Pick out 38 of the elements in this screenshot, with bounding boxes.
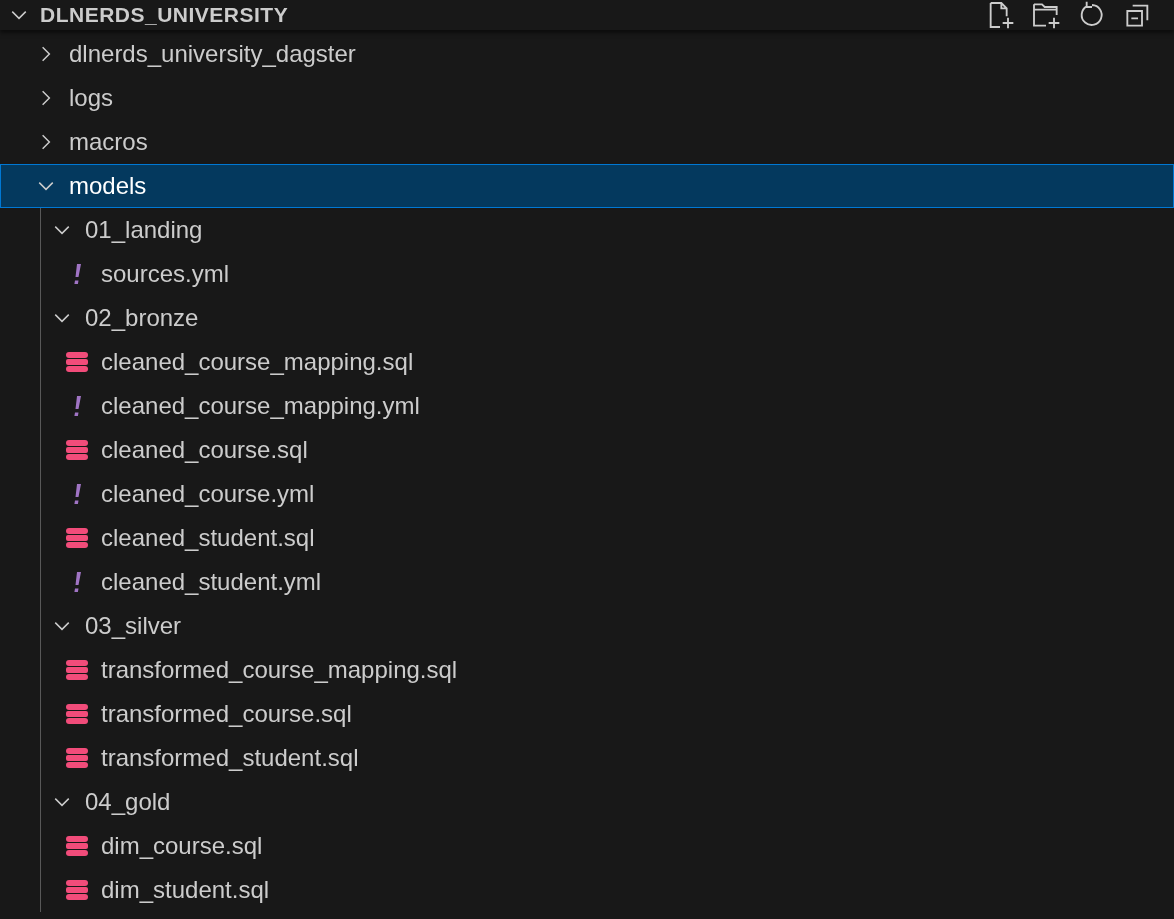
tree-item-label: cleaned_student.sql <box>101 524 315 552</box>
tree-item-label: 03_silver <box>85 612 182 640</box>
tree-item[interactable]: dlnerds_university_dagster <box>0 32 1174 76</box>
tree-item-label: dim_student.sql <box>101 876 270 904</box>
exclamation-icon <box>72 394 82 418</box>
tree-item-label: transformed_course.sql <box>101 700 352 728</box>
tree-item-label: transformed_course_mapping.sql <box>101 656 458 684</box>
database-icon <box>66 880 88 900</box>
exclamation-icon <box>72 262 82 286</box>
explorer-title: DLNERDS_UNIVERSITY <box>40 3 289 27</box>
tree-item-label: logs <box>69 84 114 112</box>
tree-item-label: cleaned_course.yml <box>101 480 315 508</box>
database-icon <box>66 836 88 856</box>
tree-item-label: cleaned_course_mapping.sql <box>101 348 414 376</box>
tree-item[interactable]: logs <box>0 76 1174 120</box>
tree-item-label: dlnerds_university_dagster <box>69 40 356 68</box>
database-icon <box>66 704 88 724</box>
tree-item-label: cleaned_student.yml <box>101 568 322 596</box>
exclamation-icon <box>72 482 82 506</box>
database-icon <box>66 528 88 548</box>
database-icon <box>66 748 88 768</box>
tree-item-label: models <box>69 172 147 200</box>
tree-item-label: cleaned_course.sql <box>101 436 308 464</box>
new-folder-icon[interactable] <box>1030 0 1062 31</box>
tree-item[interactable]: macros <box>0 120 1174 164</box>
tree-item-label: 04_gold <box>85 788 171 816</box>
database-icon <box>66 352 88 372</box>
tree-item-label: cleaned_course_mapping.yml <box>101 392 420 420</box>
tree-item-label: sources.yml <box>101 260 230 288</box>
tree-item-label: transformed_student.sql <box>101 744 359 772</box>
database-icon <box>66 660 88 680</box>
exclamation-icon <box>72 570 82 594</box>
tree-item-label: 01_landing <box>85 216 203 244</box>
tree-item-label: macros <box>69 128 148 156</box>
tree-item-label: dim_course.sql <box>101 832 263 860</box>
tree-item[interactable]: models <box>0 164 1174 208</box>
database-icon <box>66 440 88 460</box>
tree-item-label: 02_bronze <box>85 304 199 332</box>
